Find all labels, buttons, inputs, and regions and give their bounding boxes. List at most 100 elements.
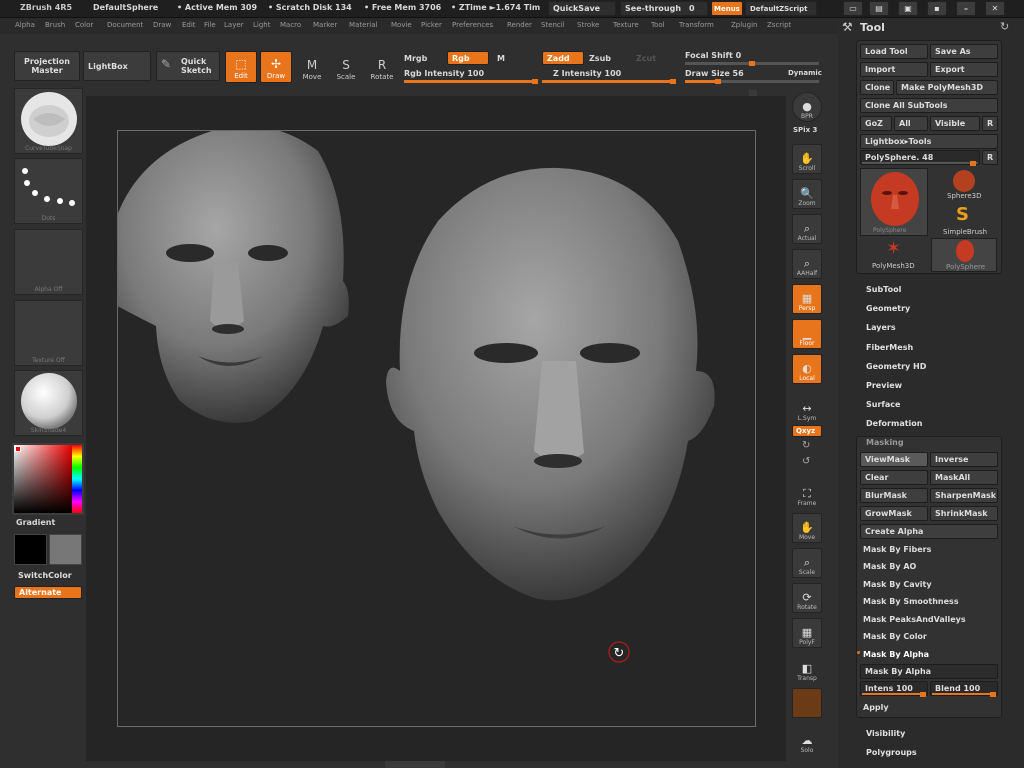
zadd-button[interactable]: Zadd bbox=[542, 51, 584, 65]
tool-thumb-polysphere-current[interactable]: PolySphere bbox=[860, 168, 928, 236]
all-button[interactable]: All bbox=[894, 116, 928, 131]
polyf-button[interactable]: ▦ PolyF bbox=[792, 618, 822, 648]
draw-size-slider[interactable] bbox=[685, 79, 819, 84]
quick-sketch-button[interactable]: ✎ Quick Sketch bbox=[156, 51, 220, 81]
primary-color-swatch[interactable] bbox=[14, 534, 47, 565]
zoom-button[interactable]: 🔍 Zoom bbox=[792, 179, 822, 209]
polysphere-knob[interactable] bbox=[970, 161, 976, 166]
texture-thumbnail[interactable]: Texture Off bbox=[14, 300, 83, 366]
minimize-icon[interactable]: – bbox=[956, 1, 976, 16]
growmask-button[interactable]: GrowMask bbox=[860, 506, 928, 521]
alpha-thumbnail[interactable]: Alpha Off bbox=[14, 229, 83, 295]
mrgb-button[interactable]: Mrgb bbox=[404, 54, 427, 63]
surface-section[interactable]: Surface bbox=[866, 400, 900, 409]
menu-color[interactable]: Color bbox=[75, 21, 93, 29]
default-zscript-button[interactable]: DefaultZScript bbox=[745, 1, 817, 16]
move-button[interactable]: M Move bbox=[296, 51, 328, 83]
ghost-button[interactable] bbox=[792, 688, 822, 718]
rotate-axis2-icon[interactable]: ↺ bbox=[802, 456, 810, 467]
window-icon[interactable]: ▣ bbox=[898, 1, 918, 16]
rotate-axis-icon[interactable]: ↻ bbox=[802, 440, 810, 451]
menu-brush[interactable]: Brush bbox=[45, 21, 65, 29]
polysphere-slider-track[interactable] bbox=[862, 161, 978, 166]
color-square[interactable] bbox=[14, 445, 72, 513]
export-button[interactable]: Export bbox=[930, 62, 998, 77]
mask-by-ao-item[interactable]: Mask By AO bbox=[860, 559, 998, 574]
polysphere-r-button[interactable]: R bbox=[982, 150, 998, 165]
menu-layer[interactable]: Layer bbox=[224, 21, 244, 29]
palette-refresh-icon[interactable]: ↻ bbox=[1000, 20, 1009, 33]
menu-stroke[interactable]: Stroke bbox=[577, 21, 599, 29]
spix-label[interactable]: SPix 3 bbox=[793, 126, 817, 134]
rotate-view-button[interactable]: ⟳ Rotate bbox=[792, 583, 822, 613]
geometry-section[interactable]: Geometry bbox=[866, 304, 910, 313]
menu-movie[interactable]: Movie bbox=[391, 21, 412, 29]
menu-marker[interactable]: Marker bbox=[313, 21, 337, 29]
secondary-color-swatch[interactable] bbox=[49, 534, 82, 565]
tool-thumb-simplebrush[interactable]: S SimpleBrush bbox=[933, 204, 995, 238]
layout2-icon[interactable]: ▤ bbox=[869, 1, 889, 16]
sharpenmask-button[interactable]: SharpenMask bbox=[930, 488, 998, 503]
alternate-button[interactable]: Alternate bbox=[14, 586, 82, 599]
stroke-thumbnail[interactable]: Dots bbox=[14, 158, 83, 224]
menu-zplugin[interactable]: Zplugin bbox=[731, 21, 757, 29]
xyz-button[interactable]: Qxyz bbox=[792, 425, 822, 437]
apply-button[interactable]: Apply bbox=[860, 700, 998, 715]
intens-knob[interactable] bbox=[920, 692, 926, 697]
persp-button[interactable]: ▦ Persp bbox=[792, 284, 822, 314]
solo-button[interactable]: ☁ Solo bbox=[792, 725, 822, 755]
bpr-button[interactable]: ● BPR bbox=[792, 92, 822, 122]
dynamic-button[interactable]: Dynamic bbox=[788, 69, 822, 77]
geometry-hd-section[interactable]: Geometry HD bbox=[866, 362, 926, 371]
hue-strip[interactable] bbox=[72, 445, 82, 513]
scale-button[interactable]: S Scale bbox=[330, 51, 362, 83]
masking-section[interactable]: Masking bbox=[866, 438, 904, 447]
mask-peaks-valleys-item[interactable]: Mask PeaksAndValleys bbox=[860, 612, 998, 627]
close-icon[interactable]: ✕ bbox=[985, 1, 1005, 16]
visible-button[interactable]: Visible bbox=[930, 116, 980, 131]
menu-preferences[interactable]: Preferences bbox=[452, 21, 493, 29]
tool-thumb-polysphere[interactable]: PolySphere bbox=[931, 238, 997, 272]
menu-alpha[interactable]: Alpha bbox=[15, 21, 35, 29]
scroll-button[interactable]: ✋ Scroll bbox=[792, 144, 822, 174]
intens-track[interactable] bbox=[862, 692, 926, 697]
floor-button[interactable]: ▁ Floor bbox=[792, 319, 822, 349]
projection-master-button[interactable]: Projection Master bbox=[14, 51, 80, 81]
inverse-button[interactable]: Inverse bbox=[930, 452, 998, 467]
menu-draw[interactable]: Draw bbox=[153, 21, 171, 29]
menus-button[interactable]: Menus bbox=[711, 1, 743, 16]
rgb-intensity-slider[interactable] bbox=[404, 79, 538, 84]
brush-thumbnail[interactable]: CurveTubeSnap bbox=[14, 88, 83, 154]
zsub-button[interactable]: Zsub bbox=[589, 54, 611, 63]
aahalf-button[interactable]: ⌕ AAHalf bbox=[792, 249, 822, 279]
blend-track[interactable] bbox=[932, 692, 996, 697]
mask-by-smoothness-item[interactable]: Mask By Smoothness bbox=[860, 594, 998, 609]
menu-tool[interactable]: Tool bbox=[651, 21, 665, 29]
actual-button[interactable]: ⌕ Actual bbox=[792, 214, 822, 244]
bottom-tray-handle[interactable] bbox=[385, 761, 445, 768]
import-button[interactable]: Import bbox=[860, 62, 928, 77]
menu-texture[interactable]: Texture bbox=[613, 21, 639, 29]
move-view-button[interactable]: ✋ Move bbox=[792, 513, 822, 543]
scale-view-button[interactable]: ⌕ Scale bbox=[792, 548, 822, 578]
menu-file[interactable]: File bbox=[204, 21, 216, 29]
visibility-section[interactable]: Visibility bbox=[866, 729, 905, 738]
polygroups-section[interactable]: Polygroups bbox=[866, 748, 917, 757]
create-alpha-button[interactable]: Create Alpha bbox=[860, 524, 998, 539]
layers-section[interactable]: Layers bbox=[866, 323, 896, 332]
switchcolor-button[interactable]: SwitchColor bbox=[14, 569, 82, 581]
color-picker[interactable] bbox=[12, 443, 84, 515]
document-canvas[interactable]: ↻ bbox=[108, 125, 756, 727]
preview-section[interactable]: Preview bbox=[866, 381, 902, 390]
material-thumbnail[interactable]: SkinShade4 bbox=[14, 370, 83, 436]
load-tool-button[interactable]: Load Tool bbox=[860, 44, 928, 59]
goz-r-button[interactable]: R bbox=[982, 116, 998, 131]
focal-shift-slider[interactable] bbox=[685, 61, 819, 66]
mask-by-color-item[interactable]: Mask By Color bbox=[860, 629, 998, 644]
goz-button[interactable]: GoZ bbox=[860, 116, 892, 131]
lightbox-tools-button[interactable]: Lightbox▸Tools bbox=[860, 134, 998, 149]
clear-mask-button[interactable]: Clear bbox=[860, 470, 928, 485]
menu-stencil[interactable]: Stencil bbox=[541, 21, 565, 29]
blend-knob[interactable] bbox=[990, 692, 996, 697]
canvas-scroll-handle[interactable] bbox=[749, 90, 757, 96]
